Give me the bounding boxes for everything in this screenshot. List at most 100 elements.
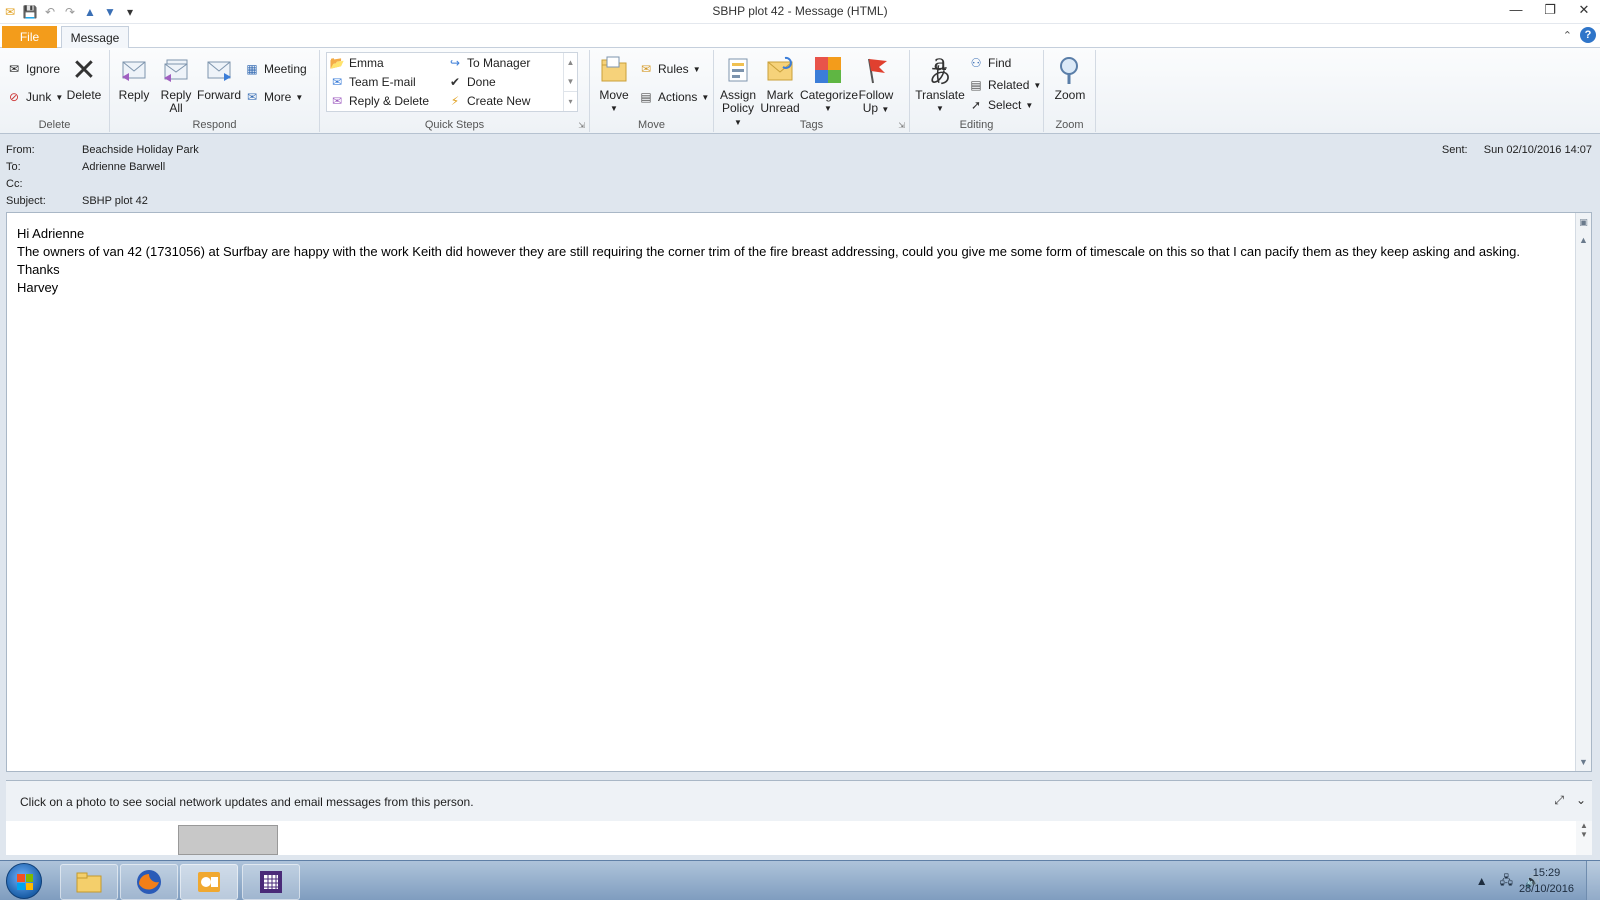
- reply-button[interactable]: Reply: [114, 54, 154, 102]
- taskbar-firefox[interactable]: [120, 864, 178, 900]
- people-pane-controls: ⤢ ⌄: [1554, 793, 1586, 808]
- clock[interactable]: 15:29 28/10/2016: [1519, 865, 1574, 897]
- junk-button[interactable]: ⊘ Junk ▼: [6, 88, 63, 106]
- scroll-up-icon[interactable]: ▲: [1576, 233, 1591, 247]
- message-body-text: Hi Adrienne The owners of van 42 (173105…: [17, 225, 1562, 297]
- from-label: From:: [6, 144, 35, 156]
- taskbar-explorer[interactable]: [60, 864, 118, 900]
- select-button[interactable]: ➚ Select ▼: [968, 96, 1033, 114]
- quick-step-to-manager[interactable]: ↪ To Manager: [447, 54, 530, 72]
- forward-button[interactable]: Forward: [196, 54, 242, 102]
- body-greeting: Hi Adrienne: [17, 226, 85, 241]
- meeting-label: Meeting: [264, 62, 307, 76]
- meeting-button[interactable]: ▦ Meeting: [244, 60, 307, 78]
- follow-up-label-text: Up: [862, 101, 879, 115]
- contact-photo[interactable]: [178, 825, 278, 855]
- quick-step-emma[interactable]: 📂 Emma: [329, 54, 384, 72]
- network-icon[interactable]: 🖧: [1500, 871, 1513, 892]
- group-move: Move ▼ ✉ Rules ▼ ▤ Actions ▼ Move: [590, 50, 714, 132]
- quick-step-reply-delete[interactable]: ✉ Reply & Delete: [329, 92, 429, 110]
- assign-policy-button[interactable]: Assign Policy ▼: [718, 54, 758, 129]
- ignore-button[interactable]: ✉ Ignore: [6, 60, 60, 78]
- tray-expand-icon[interactable]: ▲: [1476, 874, 1488, 888]
- group-delete: ✉ Ignore ⊘ Junk ▼ ✕ Delete Delete: [0, 50, 110, 132]
- scroll-up-icon[interactable]: ▲: [1576, 821, 1592, 830]
- firefox-icon: [137, 870, 161, 894]
- minimize-button[interactable]: —: [1508, 2, 1524, 18]
- taskbar-app[interactable]: [242, 864, 300, 900]
- translate-button[interactable]: aあ Translate ▼: [914, 51, 966, 115]
- tab-file[interactable]: File: [2, 26, 57, 48]
- quick-step-done[interactable]: ✔ Done: [447, 73, 496, 91]
- tab-message[interactable]: Message: [61, 26, 129, 49]
- related-button[interactable]: ▤ Related ▼: [968, 76, 1041, 94]
- collapse-icon[interactable]: ⌄: [1576, 793, 1586, 808]
- forward-arrow-icon: ↪: [449, 56, 461, 70]
- mark-unread-button[interactable]: Mark Unread: [760, 54, 800, 115]
- quick-step-label: Reply & Delete: [349, 94, 430, 108]
- reply-all-icon: [160, 54, 192, 86]
- ignore-icon: ✉: [8, 62, 20, 76]
- zoom-button[interactable]: Zoom: [1050, 54, 1090, 102]
- quick-step-create-new[interactable]: ⚡ Create New: [447, 92, 531, 110]
- more-label: More: [264, 90, 292, 104]
- actions-button[interactable]: ▤ Actions ▼: [638, 88, 709, 106]
- move-label: Move: [599, 88, 629, 102]
- restore-button[interactable]: ❐: [1542, 2, 1558, 18]
- people-photos: [6, 821, 1576, 855]
- message-body[interactable]: Hi Adrienne The owners of van 42 (173105…: [6, 212, 1592, 772]
- move-button[interactable]: Move ▼: [596, 54, 632, 115]
- checkmark-icon: ✔: [449, 75, 461, 89]
- scroll-down-icon[interactable]: ▼: [564, 72, 577, 91]
- group-label-editing: Editing: [959, 119, 994, 131]
- actions-icon: ▤: [640, 90, 652, 104]
- body-scrollbar[interactable]: ▣ ▲ ▼: [1575, 213, 1591, 771]
- chevron-down-icon: ▼: [1033, 80, 1042, 90]
- reply-all-button[interactable]: Reply All: [156, 54, 196, 115]
- group-label-tags: Tags: [799, 119, 824, 131]
- quick-steps-scroll[interactable]: ▲ ▼ ▾: [563, 53, 577, 111]
- group-label-move: Move: [638, 119, 665, 131]
- people-scrollbar[interactable]: ▲ ▼: [1576, 821, 1592, 855]
- chevron-down-icon: ▼: [55, 92, 64, 102]
- more-icon: ✉: [246, 90, 258, 104]
- related-label: Related: [988, 78, 1030, 92]
- reading-pane-icon[interactable]: ▣: [1576, 215, 1591, 229]
- expand-gallery-icon[interactable]: ▾: [564, 91, 577, 110]
- ribbon-tabs: File Message ⌃ ?: [0, 24, 1600, 49]
- scroll-down-icon[interactable]: ▼: [1576, 755, 1591, 769]
- group-editing: aあ Translate ▼ ⚇ Find ▤ Related ▼ ➚ Sele…: [910, 50, 1044, 132]
- start-button[interactable]: [6, 863, 42, 899]
- body-signature: Harvey: [17, 280, 59, 295]
- expand-icon[interactable]: ⤢: [1554, 793, 1564, 808]
- quick-step-team-email[interactable]: ✉ Team E-mail: [329, 73, 416, 91]
- delete-button[interactable]: ✕ Delete: [64, 54, 104, 102]
- clock-date: 28/10/2016: [1518, 883, 1574, 895]
- to-value[interactable]: Adrienne Barwell: [82, 161, 165, 173]
- from-value[interactable]: Beachside Holiday Park: [82, 144, 199, 156]
- group-label-respond: Respond: [192, 119, 237, 131]
- from-row: From: Beachside Holiday Park: [6, 144, 199, 156]
- more-button[interactable]: ✉ More ▼: [244, 88, 303, 106]
- show-desktop-button[interactable]: [1586, 861, 1600, 900]
- move-folder-icon: [598, 54, 630, 86]
- minimize-ribbon-icon[interactable]: ⌃: [1563, 29, 1572, 42]
- find-button[interactable]: ⚇ Find: [968, 54, 1012, 72]
- chevron-down-icon: ▼: [610, 104, 618, 113]
- taskbar-outlook[interactable]: [180, 864, 238, 900]
- dialog-launcher-icon[interactable]: ⇲: [898, 121, 905, 130]
- meeting-icon: ▦: [246, 62, 258, 76]
- sent-row: Sent: Sun 02/10/2016 14:07: [1442, 144, 1592, 156]
- scroll-up-icon[interactable]: ▲: [564, 53, 577, 72]
- categorize-button[interactable]: Categorize ▼: [800, 54, 858, 115]
- follow-up-button[interactable]: Follow Up ▼: [856, 54, 896, 116]
- translate-icon: aあ: [928, 51, 951, 89]
- scroll-down-icon[interactable]: ▼: [1576, 830, 1592, 839]
- rules-button[interactable]: ✉ Rules ▼: [638, 60, 701, 78]
- rules-label: Rules: [658, 62, 689, 76]
- quick-step-label: Create New: [467, 94, 531, 108]
- help-icon[interactable]: ?: [1580, 27, 1596, 43]
- to-label: To:: [6, 161, 21, 173]
- close-button[interactable]: ✕: [1576, 2, 1592, 18]
- dialog-launcher-icon[interactable]: ⇲: [578, 121, 585, 130]
